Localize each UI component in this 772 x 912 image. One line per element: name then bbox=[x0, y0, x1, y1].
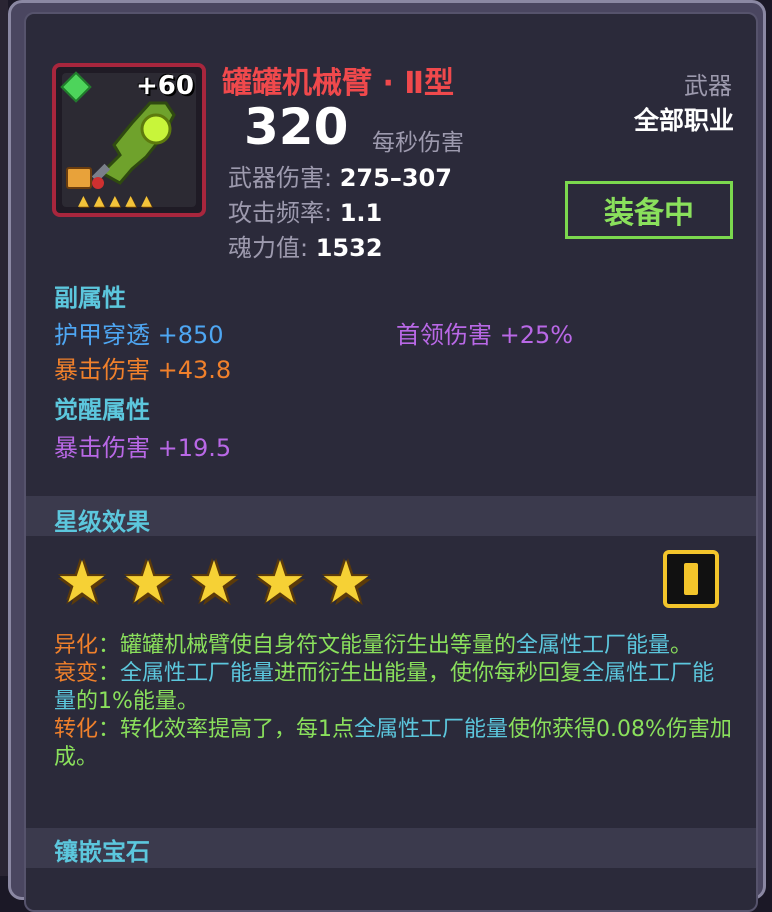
item-type: 武器 bbox=[684, 72, 732, 100]
dps-label: 每秒伤害 bbox=[372, 130, 464, 156]
attr-crit-damage: 暴击伤害 +43.8 bbox=[54, 350, 231, 385]
attr-value: +19.5 bbox=[157, 434, 232, 462]
effect-text: 的1%能量。 bbox=[76, 689, 199, 714]
effect-text: ：罐罐机械臂使自身符文能量衍生出等量的 bbox=[98, 633, 517, 658]
star-rating: ★ ★ ★ ★ ★ bbox=[56, 548, 372, 616]
attr-label: 暴击伤害 bbox=[54, 434, 158, 462]
info-icon bbox=[684, 563, 698, 595]
stat-label: 武器伤害: bbox=[228, 164, 340, 192]
stat-attack-speed: 攻击频率: 1.1 bbox=[228, 193, 382, 228]
star-effects-text: 异化：罐罐机械臂使自身符文能量衍生出等量的全属性工厂能量。 衰变：全属性工厂能量… bbox=[54, 632, 734, 772]
enhance-level: +60 bbox=[136, 71, 194, 101]
effect-keyword: 全属性工厂能量 bbox=[354, 717, 509, 742]
item-class: 全部职业 bbox=[633, 106, 734, 135]
attr-value: +850 bbox=[157, 321, 224, 349]
equipped-button[interactable]: 装备中 bbox=[565, 181, 733, 239]
attr-boss-damage: 首领伤害 +25% bbox=[396, 315, 573, 350]
effect-line: 衰变：全属性工厂能量进而衍生出能量，使你每秒回复全属性工厂能量的1%能量。 bbox=[54, 660, 734, 716]
star-icon: ★ bbox=[56, 548, 108, 616]
item-icon-frame[interactable]: +60 ▲▲▲▲▲ bbox=[52, 63, 206, 217]
star-icon: ★ bbox=[188, 548, 240, 616]
dps-value: 320 bbox=[244, 98, 349, 156]
stat-value: 1.1 bbox=[339, 199, 383, 227]
attr-value: +43.8 bbox=[157, 356, 232, 384]
awaken-attributes-title: 觉醒属性 bbox=[54, 396, 150, 424]
effect-label: 转化 bbox=[54, 717, 99, 742]
info-toggle-button[interactable] bbox=[663, 550, 719, 608]
attr-armor-penetration: 护甲穿透 +850 bbox=[54, 315, 224, 350]
attr-label: 首领伤害 bbox=[396, 321, 500, 349]
effect-label: 异化 bbox=[54, 633, 99, 658]
attr-label: 暴击伤害 bbox=[54, 356, 158, 384]
star-rating-small: ▲▲▲▲▲ bbox=[78, 193, 157, 209]
star-icon: ★ bbox=[254, 548, 306, 616]
sub-attributes-title: 副属性 bbox=[54, 284, 126, 312]
attr-label: 护甲穿透 bbox=[54, 321, 158, 349]
awaken-crit-damage: 暴击伤害 +19.5 bbox=[54, 428, 231, 463]
effect-text: 进而衍生出能量，使你每秒回复 bbox=[274, 661, 583, 686]
effect-text: ： bbox=[98, 661, 121, 686]
attr-value: +25% bbox=[499, 321, 574, 349]
item-name: 罐罐机械臂 · Ⅱ型 bbox=[222, 66, 455, 101]
effect-line: 异化：罐罐机械臂使自身符文能量衍生出等量的全属性工厂能量。 bbox=[54, 632, 734, 660]
effect-keyword: 全属性工厂能量 bbox=[516, 633, 671, 658]
background-edge bbox=[0, 0, 8, 876]
stat-value: 1532 bbox=[315, 234, 383, 262]
gems-title: 镶嵌宝石 bbox=[54, 838, 150, 866]
effect-label: 衰变 bbox=[54, 661, 99, 686]
lock-icon[interactable] bbox=[66, 167, 92, 189]
stat-weapon-damage: 武器伤害: 275–307 bbox=[228, 158, 452, 193]
star-icon: ★ bbox=[122, 548, 174, 616]
effect-line: 转化：转化效率提高了，每1点全属性工厂能量使你获得0.08%伤害加成。 bbox=[54, 716, 734, 772]
star-effects-title: 星级效果 bbox=[54, 508, 150, 536]
star-icon: ★ bbox=[320, 548, 372, 616]
stat-soul-power: 魂力值: 1532 bbox=[228, 228, 383, 263]
effect-keyword: 全属性工厂能量 bbox=[120, 661, 275, 686]
effect-text: 。 bbox=[670, 633, 693, 658]
stat-value: 275–307 bbox=[339, 164, 452, 192]
stat-label: 魂力值: bbox=[228, 234, 316, 262]
effect-text: ：转化效率提高了，每1点 bbox=[98, 717, 355, 742]
stat-label: 攻击频率: bbox=[228, 199, 340, 227]
